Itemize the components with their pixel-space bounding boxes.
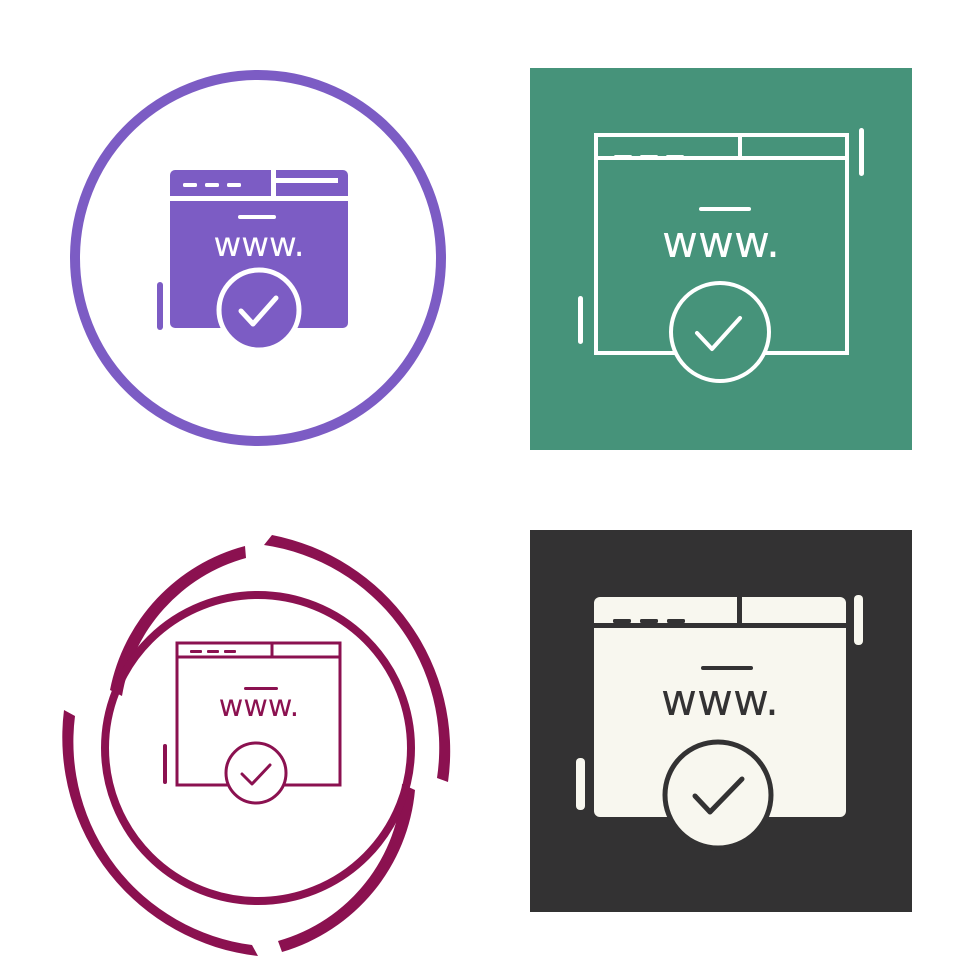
dash — [666, 155, 684, 159]
accent-bar — [163, 744, 167, 784]
dash — [227, 183, 241, 187]
url-underline — [238, 215, 276, 219]
www-label: www. — [213, 225, 304, 265]
accent-bar — [157, 282, 163, 330]
dash — [614, 155, 632, 159]
dash — [224, 650, 236, 653]
accent-bar — [859, 128, 864, 176]
www-label: www. — [662, 217, 780, 268]
url-underline — [701, 666, 753, 670]
icon-set-canvas: www. www. www. www. — [0, 0, 980, 980]
check-circle — [662, 739, 774, 851]
www-label: www. — [219, 689, 299, 724]
check-circle — [216, 267, 302, 353]
tab-divider — [737, 597, 742, 625]
dash — [207, 650, 219, 653]
tab-divider — [271, 170, 276, 198]
accent-bar — [576, 758, 585, 810]
address-bar-line — [170, 196, 348, 201]
accent-bar — [854, 595, 863, 645]
dash — [613, 619, 631, 623]
website-verified-icon-purple: www. — [70, 70, 446, 446]
accent-bar — [578, 296, 583, 344]
website-verified-icon-dark: www. — [530, 530, 912, 912]
tab-line — [274, 178, 338, 183]
dash — [205, 183, 219, 187]
website-verified-icon-crimson: www. — [62, 535, 451, 956]
address-bar-line — [594, 623, 846, 628]
dash — [190, 650, 202, 653]
website-verified-icon-green: www. — [530, 68, 912, 450]
dash — [667, 619, 685, 623]
dash — [183, 183, 197, 187]
dash — [640, 155, 658, 159]
ring-arc-bottom-left — [62, 710, 259, 956]
www-label: www. — [661, 675, 779, 726]
check-circle — [669, 281, 771, 383]
check-circle — [224, 741, 288, 805]
dash — [640, 619, 658, 623]
url-underline — [699, 207, 751, 211]
